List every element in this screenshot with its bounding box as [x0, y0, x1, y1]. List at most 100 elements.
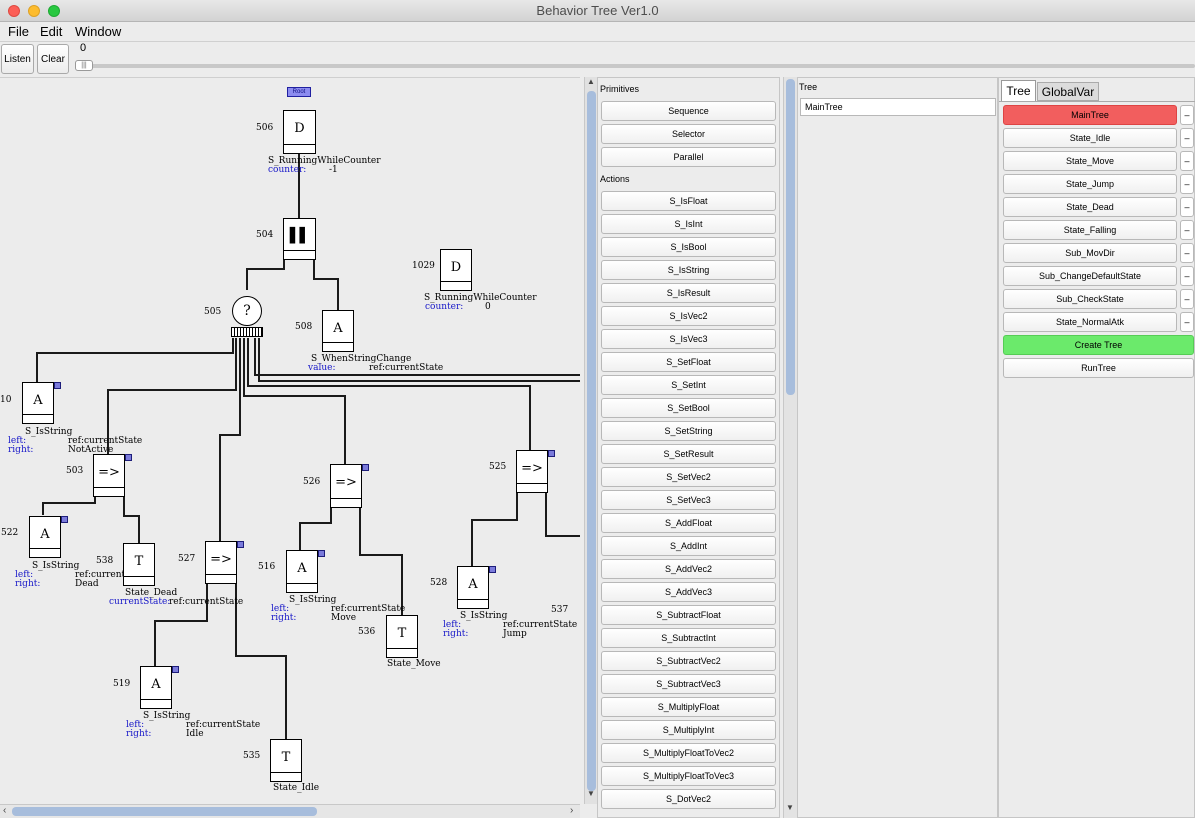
- tree-item[interactable]: Sub_ChangeDefaultState: [1003, 266, 1177, 286]
- action-button[interactable]: S_AddFloat: [601, 513, 776, 533]
- remove-tree-button[interactable]: –: [1180, 266, 1194, 286]
- menu-edit[interactable]: Edit: [40, 24, 62, 39]
- task-node[interactable]: T: [386, 615, 418, 658]
- decorator-node[interactable]: D: [283, 110, 316, 154]
- tab-tree[interactable]: Tree: [1001, 80, 1036, 101]
- node-handle[interactable]: [125, 454, 132, 461]
- tree-item[interactable]: State_Jump: [1003, 174, 1177, 194]
- menu-window[interactable]: Window: [75, 24, 121, 39]
- action-button[interactable]: S_DotVec2: [601, 789, 776, 809]
- action-button[interactable]: S_SetString: [601, 421, 776, 441]
- sequence-node[interactable]: =>: [330, 464, 362, 508]
- action-button[interactable]: S_SetInt: [601, 375, 776, 395]
- parallel-node[interactable]: ▌▌: [283, 218, 316, 260]
- node-handle[interactable]: [61, 516, 68, 523]
- action-node[interactable]: A: [322, 310, 354, 352]
- action-button[interactable]: S_SubtractInt: [601, 628, 776, 648]
- primitive-button-selector[interactable]: Selector: [601, 124, 776, 144]
- tree-item[interactable]: State_Falling: [1003, 220, 1177, 240]
- canvas-vertical-scrollbar[interactable]: ▲ ▼: [584, 77, 598, 804]
- node-handle[interactable]: [318, 550, 325, 557]
- clear-button[interactable]: Clear: [37, 44, 69, 74]
- action-button[interactable]: S_IsVec3: [601, 329, 776, 349]
- remove-tree-button[interactable]: –: [1180, 312, 1194, 332]
- task-node[interactable]: T: [123, 543, 155, 586]
- action-button[interactable]: S_SetBool: [601, 398, 776, 418]
- action-button[interactable]: S_AddVec2: [601, 559, 776, 579]
- canvas-horizontal-scrollbar[interactable]: ‹ ›: [0, 804, 580, 818]
- action-button[interactable]: S_SetVec2: [601, 467, 776, 487]
- node-handle[interactable]: [172, 666, 179, 673]
- tree-vertical-scrollbar[interactable]: ▼: [783, 77, 797, 818]
- node-handle[interactable]: [548, 450, 555, 457]
- scroll-thumb[interactable]: [12, 807, 317, 816]
- action-button[interactable]: S_SetVec3: [601, 490, 776, 510]
- action-node[interactable]: A: [457, 566, 489, 609]
- slider-track[interactable]: [76, 64, 1195, 68]
- action-node[interactable]: A: [140, 666, 172, 709]
- node-handle[interactable]: [362, 464, 369, 471]
- action-button[interactable]: S_IsBool: [601, 237, 776, 257]
- action-button[interactable]: S_SubtractVec3: [601, 674, 776, 694]
- scroll-thumb[interactable]: [786, 79, 795, 395]
- action-node[interactable]: A: [29, 516, 61, 558]
- action-button[interactable]: S_IsFloat: [601, 191, 776, 211]
- scroll-down-icon[interactable]: ▼: [786, 803, 794, 812]
- slider-thumb[interactable]: |||: [75, 60, 93, 71]
- sequence-node[interactable]: =>: [205, 541, 237, 584]
- action-button[interactable]: S_AddVec3: [601, 582, 776, 602]
- selector-node[interactable]: ?: [232, 296, 262, 326]
- remove-tree-button[interactable]: –: [1180, 289, 1194, 309]
- action-button[interactable]: S_IsVec2: [601, 306, 776, 326]
- tree-item[interactable]: State_NormalAtk: [1003, 312, 1177, 332]
- action-button[interactable]: S_SetResult: [601, 444, 776, 464]
- tree-item[interactable]: State_Dead: [1003, 197, 1177, 217]
- sequence-node[interactable]: =>: [516, 450, 548, 493]
- root-marker[interactable]: Root: [287, 87, 311, 97]
- action-button[interactable]: S_AddInt: [601, 536, 776, 556]
- node-handle[interactable]: [489, 566, 496, 573]
- scroll-up-icon[interactable]: ▲: [587, 77, 595, 86]
- action-button[interactable]: S_MultiplyFloatToVec2: [601, 743, 776, 763]
- remove-tree-button[interactable]: –: [1180, 105, 1194, 125]
- create-tree-button[interactable]: Create Tree: [1003, 335, 1194, 355]
- action-node[interactable]: A: [22, 382, 54, 424]
- action-button[interactable]: S_IsResult: [601, 283, 776, 303]
- tree-item[interactable]: State_Idle: [1003, 128, 1177, 148]
- scroll-down-icon[interactable]: ▼: [587, 789, 595, 798]
- tree-item[interactable]: Sub_CheckState: [1003, 289, 1177, 309]
- task-node[interactable]: T: [270, 739, 302, 782]
- remove-tree-button[interactable]: –: [1180, 151, 1194, 171]
- scroll-thumb[interactable]: [587, 91, 596, 791]
- scroll-right-icon[interactable]: ›: [570, 805, 573, 816]
- scroll-left-icon[interactable]: ‹: [3, 805, 6, 816]
- remove-tree-button[interactable]: –: [1180, 174, 1194, 194]
- remove-tree-button[interactable]: –: [1180, 128, 1194, 148]
- action-button[interactable]: S_IsInt: [601, 214, 776, 234]
- node-handle[interactable]: [54, 382, 61, 389]
- listen-button[interactable]: Listen: [1, 44, 34, 74]
- remove-tree-button[interactable]: –: [1180, 220, 1194, 240]
- sequence-node[interactable]: =>: [93, 454, 125, 497]
- primitive-button-parallel[interactable]: Parallel: [601, 147, 776, 167]
- tree-name-field[interactable]: MainTree: [800, 98, 996, 116]
- action-button[interactable]: S_MultiplyFloatToVec3: [601, 766, 776, 786]
- primitive-button-sequence[interactable]: Sequence: [601, 101, 776, 121]
- decorator-node[interactable]: D: [440, 249, 472, 291]
- remove-tree-button[interactable]: –: [1180, 243, 1194, 263]
- run-tree-button[interactable]: RunTree: [1003, 358, 1194, 378]
- tree-item[interactable]: State_Move: [1003, 151, 1177, 171]
- tree-item-selected[interactable]: MainTree: [1003, 105, 1177, 125]
- tree-item[interactable]: Sub_MovDir: [1003, 243, 1177, 263]
- action-button[interactable]: S_MultiplyInt: [601, 720, 776, 740]
- action-button[interactable]: S_IsString: [601, 260, 776, 280]
- tree-canvas[interactable]: Root 506 D S_RunningWhileCounter counter…: [0, 77, 580, 804]
- action-button[interactable]: S_SubtractFloat: [601, 605, 776, 625]
- menu-file[interactable]: File: [8, 24, 29, 39]
- node-handle[interactable]: [237, 541, 244, 548]
- action-button[interactable]: S_SubtractVec2: [601, 651, 776, 671]
- tab-globalvar[interactable]: GlobalVar: [1037, 82, 1099, 101]
- action-button[interactable]: S_SetFloat: [601, 352, 776, 372]
- remove-tree-button[interactable]: –: [1180, 197, 1194, 217]
- action-node[interactable]: A: [286, 550, 318, 593]
